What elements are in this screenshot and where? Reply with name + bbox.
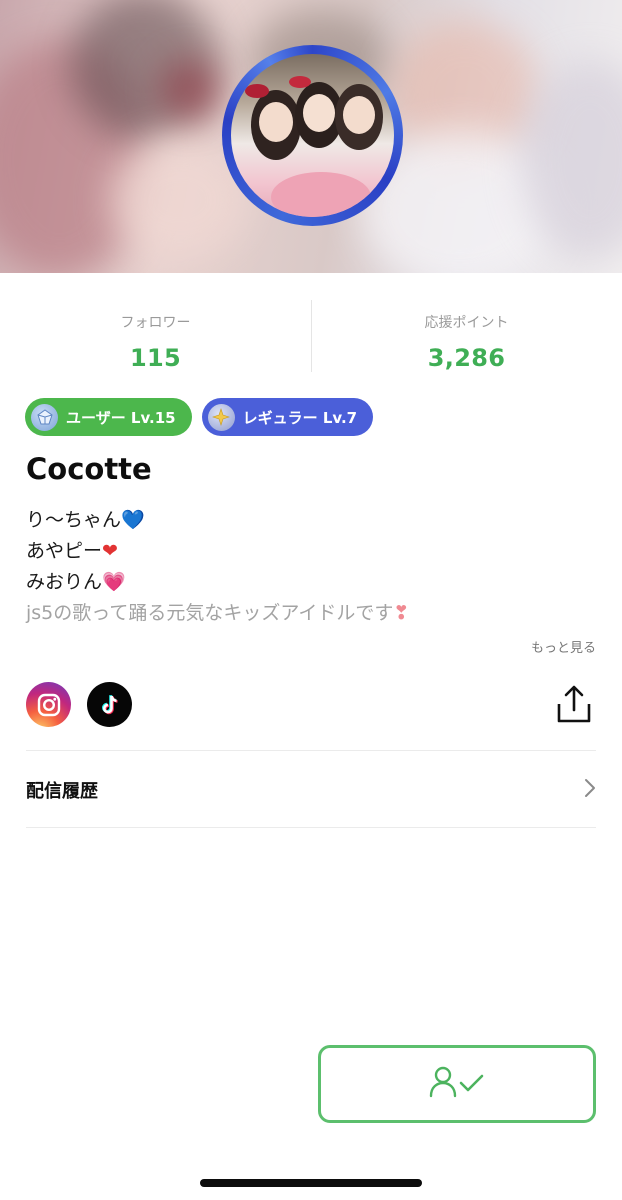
section-divider [26, 827, 596, 828]
followers-label: フォロワー [120, 315, 191, 331]
gem-icon [31, 403, 58, 431]
chevron-right-icon [584, 778, 596, 802]
broadcast-history-row[interactable]: 配信履歴 [26, 768, 596, 812]
user-level-badge[interactable]: ユーザー Lv.15 [25, 398, 192, 436]
profile-stats: フォロワー 115 応援ポイント 3,286 [0, 298, 622, 374]
bio-line: あやピー❤ [26, 536, 596, 567]
user-level-label: ユーザー Lv.15 [66, 408, 176, 427]
heart-exclamation-icon: ❣ [393, 602, 410, 624]
following-button[interactable] [318, 1045, 596, 1123]
pink-heart-icon: 💗 [102, 571, 126, 593]
followed-user-check-icon [429, 1065, 485, 1103]
followers-stat[interactable]: フォロワー 115 [0, 298, 311, 374]
support-points-stat[interactable]: 応援ポイント 3,286 [311, 298, 622, 374]
bio-line: みおりん💗 [26, 567, 596, 598]
blue-heart-icon: 💙 [121, 509, 145, 531]
bio-line-truncated: js5の歌って踊る元気なキッズアイドルです❣ [26, 598, 596, 629]
instagram-icon[interactable] [26, 682, 71, 727]
section-divider [26, 750, 596, 751]
level-badges: ユーザー Lv.15 レギュラー Lv.7 [25, 398, 374, 436]
regular-level-label: レギュラー Lv.7 [242, 408, 358, 427]
profile-bio: り〜ちゃん💙 あやピー❤ みおりん💗 js5の歌って踊る元気なキッズアイドルです… [26, 505, 596, 629]
tiktok-icon[interactable] [87, 682, 132, 727]
home-indicator [200, 1179, 422, 1187]
see-more-link[interactable]: もっと見る [531, 637, 596, 656]
regular-level-badge[interactable]: レギュラー Lv.7 [201, 398, 374, 436]
red-heart-icon: ❤ [102, 540, 118, 562]
profile-cover-image [0, 0, 622, 273]
avatar-ring [222, 45, 403, 226]
profile-name: Cocotte [26, 452, 152, 486]
avatar[interactable] [231, 54, 394, 217]
bio-line: り〜ちゃん💙 [26, 505, 596, 536]
broadcast-history-label: 配信履歴 [26, 781, 98, 802]
stats-divider [311, 300, 312, 372]
followers-count: 115 [130, 344, 181, 372]
sparkle-icon [207, 403, 235, 431]
support-points-value: 3,286 [427, 344, 506, 372]
share-icon[interactable] [555, 684, 593, 724]
social-links [26, 682, 132, 727]
support-points-label: 応援ポイント [424, 315, 509, 331]
